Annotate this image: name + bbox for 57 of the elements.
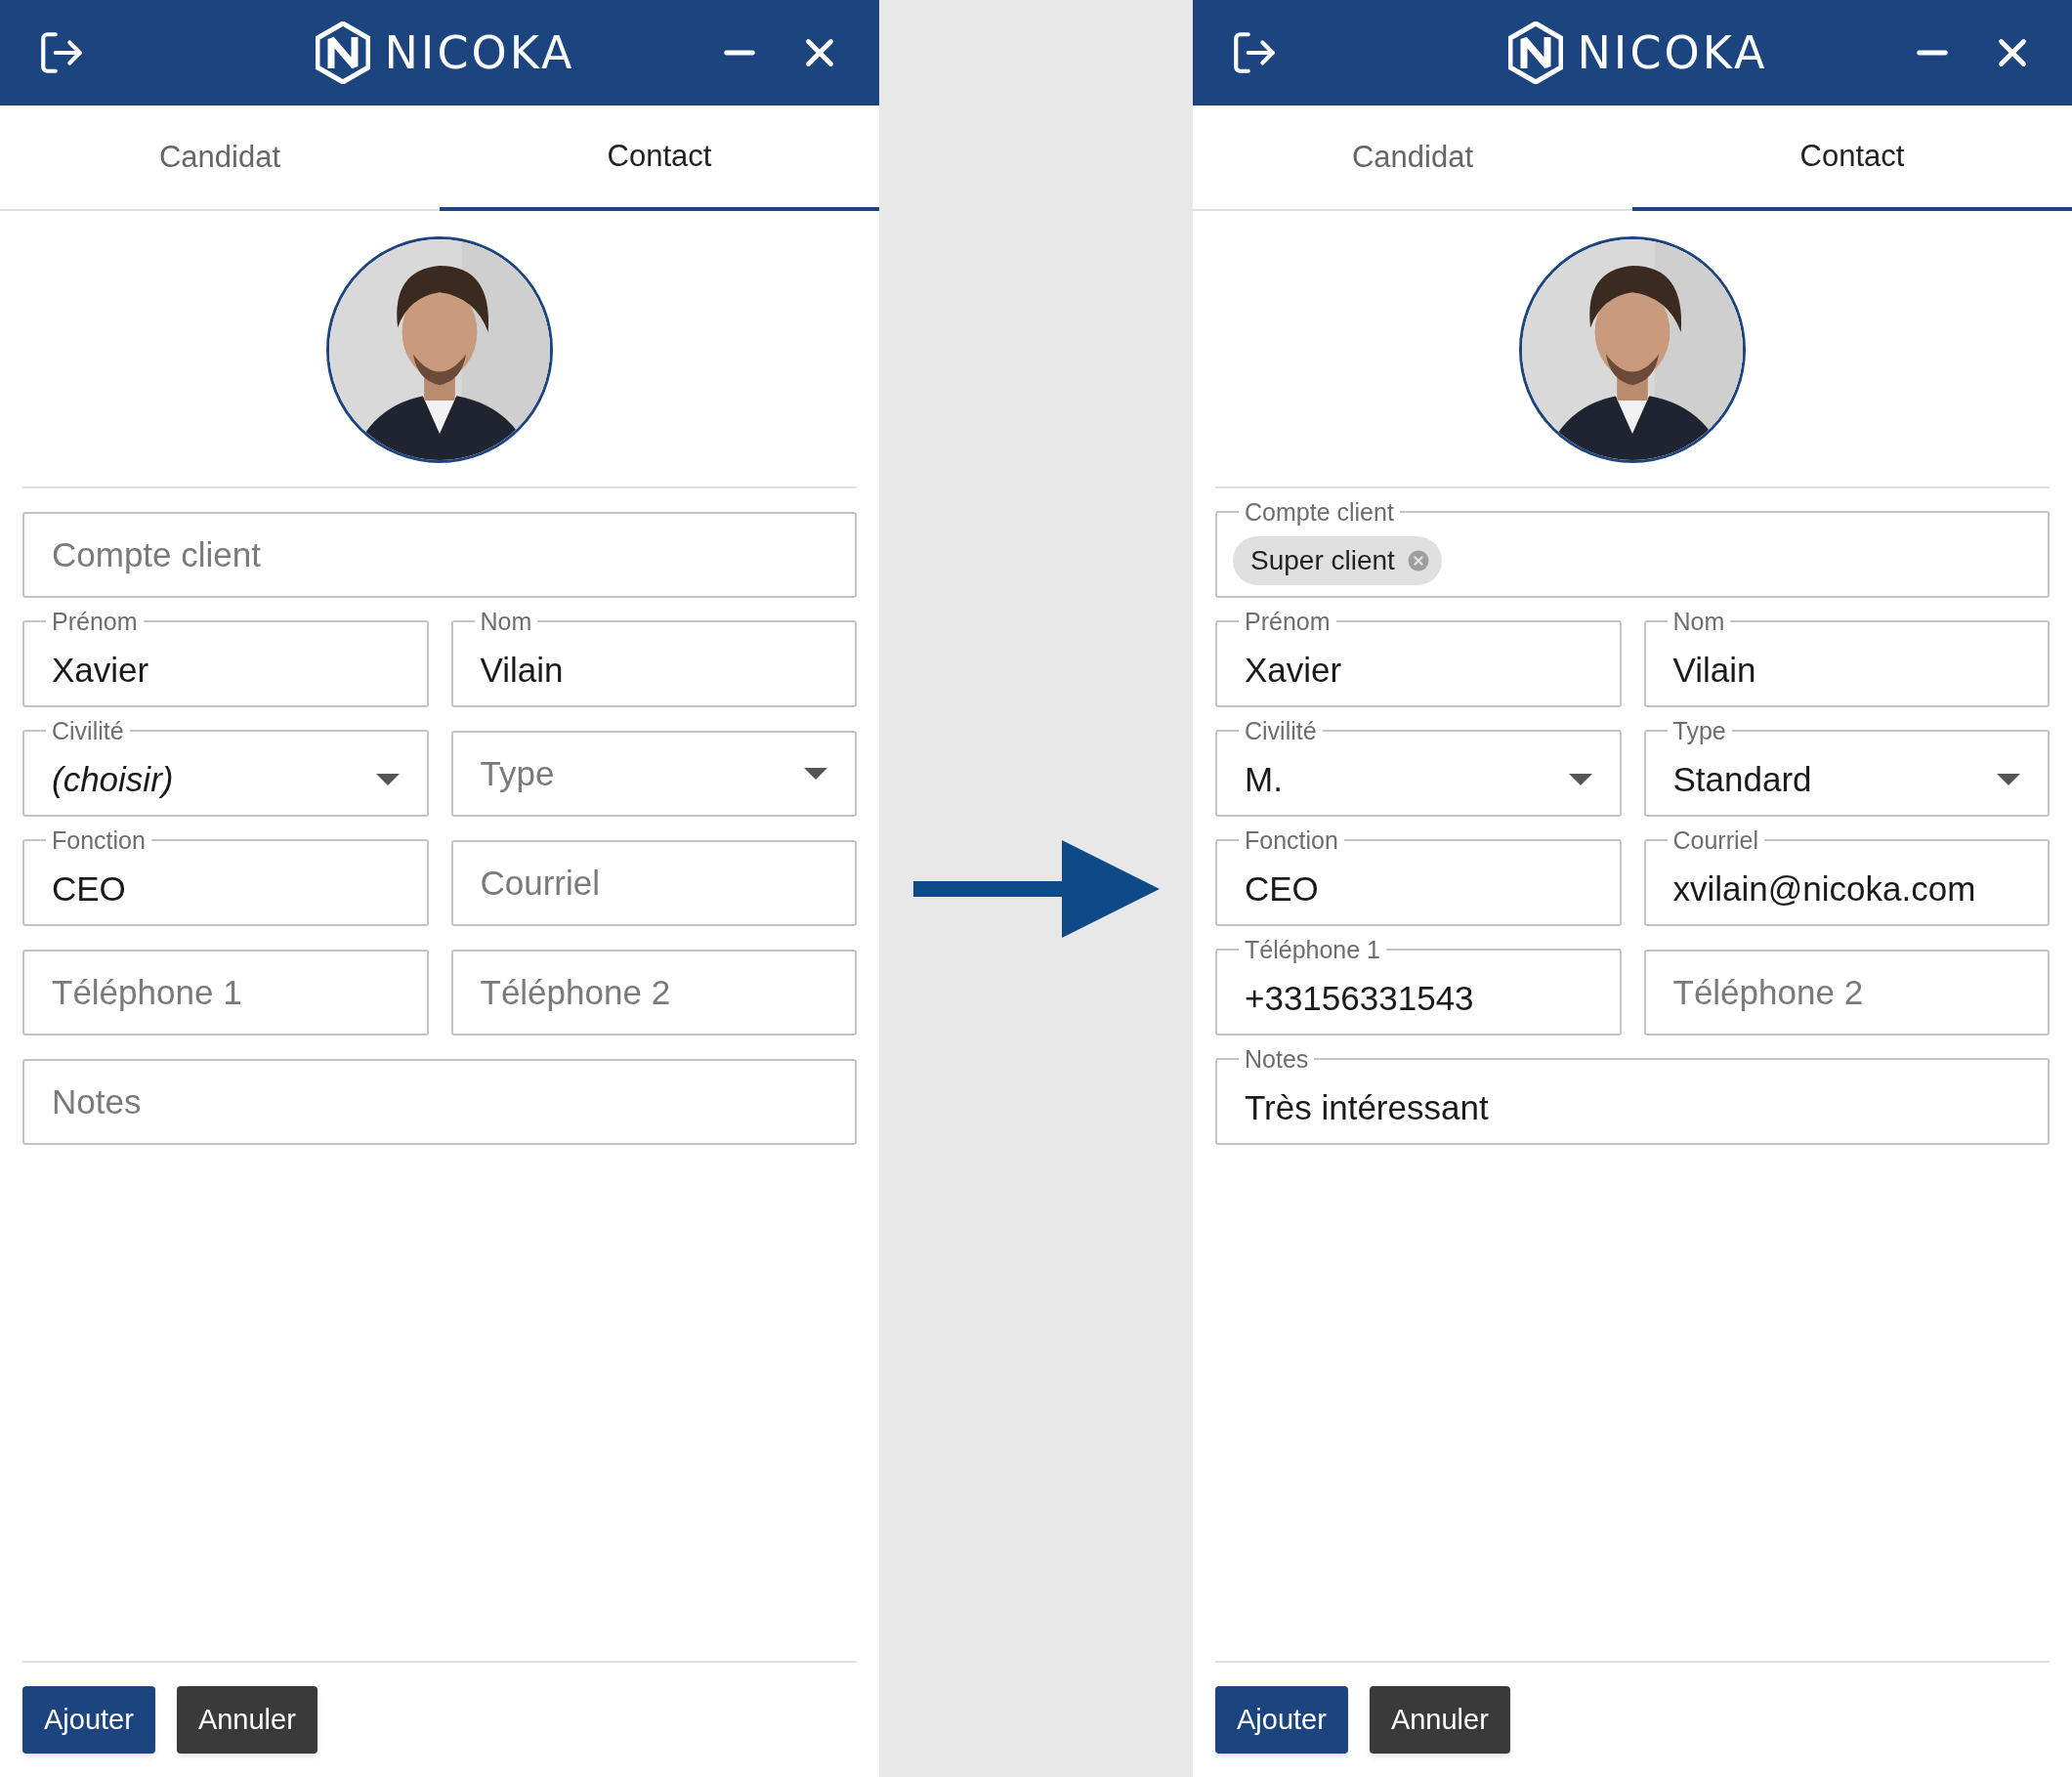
field-label: Compte client [1244, 498, 1395, 526]
field-placeholder: Compte client [52, 533, 261, 575]
chip[interactable]: Super client [1233, 536, 1442, 585]
field-value: M. [1245, 758, 1283, 800]
text-field[interactable]: Compte client [22, 512, 857, 598]
field-value: CEO [1245, 867, 1319, 910]
logo-icon [316, 21, 371, 84]
select-field[interactable]: Type [450, 731, 857, 817]
field-label: Nom [1671, 608, 1726, 635]
cancel-button[interactable]: Annuler [1369, 1686, 1510, 1754]
field-label: Fonction [1244, 826, 1339, 854]
text-field[interactable]: Téléphone 2 [450, 950, 857, 1036]
app-title: NICOKA [1577, 24, 1768, 81]
caret-icon [1997, 774, 2020, 785]
tab[interactable]: Contact [440, 106, 879, 211]
tab[interactable]: Candidat [1193, 106, 1632, 211]
field-value: Très intéressant [1245, 1086, 1489, 1128]
text-field[interactable]: Téléphone 2 [1643, 950, 2050, 1036]
field-label: Téléphone 1 [1244, 936, 1381, 963]
field-value: Xavier [52, 649, 149, 691]
logo-icon [1508, 21, 1564, 84]
field-placeholder: Courriel [480, 862, 601, 904]
text-field[interactable]: Téléphone 1 [22, 950, 429, 1036]
field-label: Civilité [1244, 717, 1318, 744]
field-value: +33156331543 [1245, 977, 1474, 1019]
caret-icon [375, 774, 400, 785]
field-label: Type [1671, 717, 1727, 744]
field-label: Civilité [51, 717, 125, 744]
field-label: Prénom [1244, 608, 1332, 635]
tab[interactable]: Contact [1632, 106, 2072, 211]
field-label: Fonction [51, 826, 147, 854]
field-value: (choisir) [52, 758, 174, 800]
field-placeholder: Notes [52, 1080, 142, 1122]
field-label: Courriel [1671, 826, 1760, 854]
arrow-icon [912, 839, 1160, 938]
text-field[interactable]: Notes [22, 1059, 857, 1145]
field-value: Vilain [480, 649, 564, 691]
tab[interactable]: Candidat [0, 106, 440, 211]
caret-icon [1568, 774, 1592, 785]
add-button[interactable]: Ajouter [22, 1686, 155, 1754]
field-label: Nom [479, 608, 533, 635]
cancel-button[interactable]: Annuler [176, 1686, 317, 1754]
field-label: Prénom [51, 608, 139, 635]
field-placeholder: Téléphone 2 [480, 971, 671, 1013]
field-placeholder: Type [480, 752, 555, 794]
field-value: xvilain@nicoka.com [1672, 867, 1976, 910]
caret-icon [804, 768, 827, 780]
field-value: CEO [52, 867, 126, 910]
field-label: Notes [1244, 1045, 1310, 1073]
field-value: Vilain [1672, 649, 1756, 691]
add-button[interactable]: Ajouter [1215, 1686, 1348, 1754]
field-placeholder: Téléphone 1 [52, 971, 242, 1013]
app-title: NICOKA [384, 24, 575, 81]
field-value: Xavier [1245, 649, 1342, 691]
field-value: Standard [1672, 758, 1812, 800]
text-field[interactable]: Courriel [450, 840, 857, 926]
field-placeholder: Téléphone 2 [1672, 971, 1864, 1013]
